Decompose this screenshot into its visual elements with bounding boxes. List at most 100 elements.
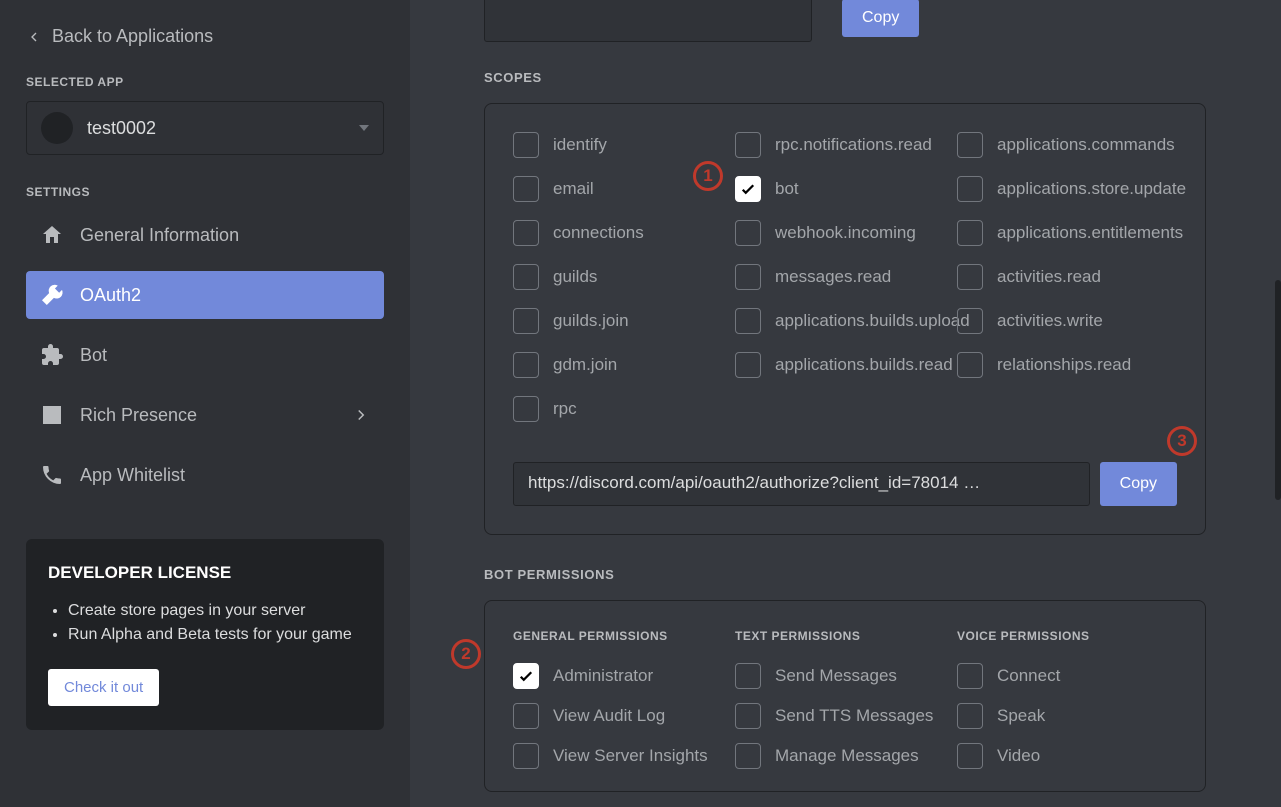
scope-grid: identify rpc.notifications.read applicat… [513,132,1177,422]
scope-applications-commands[interactable]: applications.commands [957,132,1179,158]
checkbox-icon[interactable] [957,220,983,246]
perm-label: Manage Messages [775,746,919,766]
scope-rpc[interactable]: rpc [513,396,735,422]
perm-send-tts-messages[interactable]: Send TTS Messages [735,703,957,729]
checkbox-icon[interactable] [735,264,761,290]
checkbox-icon[interactable] [513,743,539,769]
scope-label: applications.entitlements [997,223,1183,243]
general-permissions-column: GENERAL PERMISSIONS Administrator View A… [513,629,735,783]
home-icon [40,223,64,247]
voice-permissions-column: VOICE PERMISSIONS Connect Speak Video [957,629,1179,783]
checkbox-icon[interactable] [957,176,983,202]
scope-guilds[interactable]: guilds [513,264,735,290]
checkbox-icon[interactable] [735,352,761,378]
scope-activities-write[interactable]: activities.write [957,308,1179,334]
redirect-url-input[interactable] [484,0,812,42]
scope-label: gdm.join [553,355,617,375]
checkbox-icon[interactable] [957,352,983,378]
scope-webhook-incoming[interactable]: webhook.incoming [735,220,957,246]
scope-applications-builds-upload[interactable]: applications.builds.upload [735,308,957,334]
scope-label: bot [775,179,799,199]
perm-label: Video [997,746,1040,766]
scope-gdm-join[interactable]: gdm.join [513,352,735,378]
checkbox-icon[interactable] [735,176,761,202]
perm-video[interactable]: Video [957,743,1179,769]
scope-label: applications.commands [997,135,1175,155]
scope-label: rpc.notifications.read [775,135,932,155]
scope-guilds-join[interactable]: guilds.join [513,308,735,334]
app-selector[interactable]: test0002 [26,101,384,155]
checkbox-icon[interactable] [735,663,761,689]
scope-identify[interactable]: identify [513,132,735,158]
voice-permissions-label: VOICE PERMISSIONS [957,629,1179,643]
perm-speak[interactable]: Speak [957,703,1179,729]
scope-label: messages.read [775,267,891,287]
dev-license-bullet: Create store pages in your server [68,599,362,623]
scope-applications-store-update[interactable]: applications.store.update [957,176,1179,202]
nav-bot[interactable]: Bot [26,331,384,379]
checkbox-icon[interactable] [513,663,539,689]
checkbox-icon[interactable] [957,132,983,158]
scope-label: applications.builds.upload [775,311,970,331]
oauth-url-input[interactable]: https://discord.com/api/oauth2/authorize… [513,462,1090,506]
checkbox-icon[interactable] [513,308,539,334]
perm-view-audit-log[interactable]: View Audit Log [513,703,735,729]
checkbox-icon[interactable] [735,220,761,246]
scope-applications-entitlements[interactable]: applications.entitlements [957,220,1179,246]
scope-email[interactable]: email [513,176,735,202]
nav-rich-presence[interactable]: Rich Presence [26,391,384,439]
app-avatar-icon [41,112,73,144]
nav-app-whitelist[interactable]: App Whitelist [26,451,384,499]
check-it-out-button[interactable]: Check it out [48,669,159,706]
scope-relationships-read[interactable]: relationships.read [957,352,1179,378]
nav-general-information[interactable]: General Information [26,211,384,259]
checkbox-icon[interactable] [513,176,539,202]
perm-send-messages[interactable]: Send Messages [735,663,957,689]
checkbox-icon[interactable] [735,743,761,769]
checkbox-icon[interactable] [513,220,539,246]
text-permissions-column: TEXT PERMISSIONS Send Messages Send TTS … [735,629,957,783]
checkbox-icon[interactable] [957,264,983,290]
perm-view-server-insights[interactable]: View Server Insights [513,743,735,769]
checkbox-icon[interactable] [957,743,983,769]
puzzle-icon [40,343,64,367]
scope-connections[interactable]: connections [513,220,735,246]
scopes-panel: identify rpc.notifications.read applicat… [484,103,1206,535]
perm-administrator[interactable]: Administrator [513,663,735,689]
sidebar: Back to Applications SELECTED APP test00… [0,0,410,807]
copy-button-top[interactable]: Copy [842,0,919,37]
nav-oauth2[interactable]: OAuth2 [26,271,384,319]
checkbox-icon[interactable] [513,352,539,378]
perm-label: View Server Insights [553,746,708,766]
checkbox-icon[interactable] [513,264,539,290]
checkbox-icon[interactable] [735,703,761,729]
checkbox-icon[interactable] [957,703,983,729]
copy-url-button[interactable]: Copy [1100,462,1177,506]
scope-applications-builds-read[interactable]: applications.builds.read [735,352,957,378]
checkbox-icon[interactable] [513,396,539,422]
checkbox-icon[interactable] [735,308,761,334]
scope-label: applications.builds.read [775,355,953,375]
perm-connect[interactable]: Connect [957,663,1179,689]
scope-rpc-notifications-read[interactable]: rpc.notifications.read [735,132,957,158]
scrollbar[interactable] [1275,280,1281,500]
scope-bot[interactable]: 1 bot [735,176,957,202]
checkbox-icon[interactable] [957,663,983,689]
perm-label: View Audit Log [553,706,665,726]
chevron-down-icon [359,125,369,131]
back-label: Back to Applications [52,26,213,47]
checkbox-icon[interactable] [513,703,539,729]
scope-label: activities.write [997,311,1103,331]
checkbox-icon[interactable] [513,132,539,158]
checkbox-icon[interactable] [957,308,983,334]
back-to-applications-link[interactable]: Back to Applications [26,26,384,47]
nav-label: Rich Presence [80,405,197,426]
scope-label: rpc [553,399,577,419]
checkbox-icon[interactable] [735,132,761,158]
annotation-2: 2 [451,639,481,669]
bot-permissions-panel: 2 GENERAL PERMISSIONS Administrator View… [484,600,1206,792]
perm-manage-messages[interactable]: Manage Messages [735,743,957,769]
scope-messages-read[interactable]: messages.read [735,264,957,290]
scope-activities-read[interactable]: activities.read [957,264,1179,290]
developer-license-card: DEVELOPER LICENSE Create store pages in … [26,539,384,730]
